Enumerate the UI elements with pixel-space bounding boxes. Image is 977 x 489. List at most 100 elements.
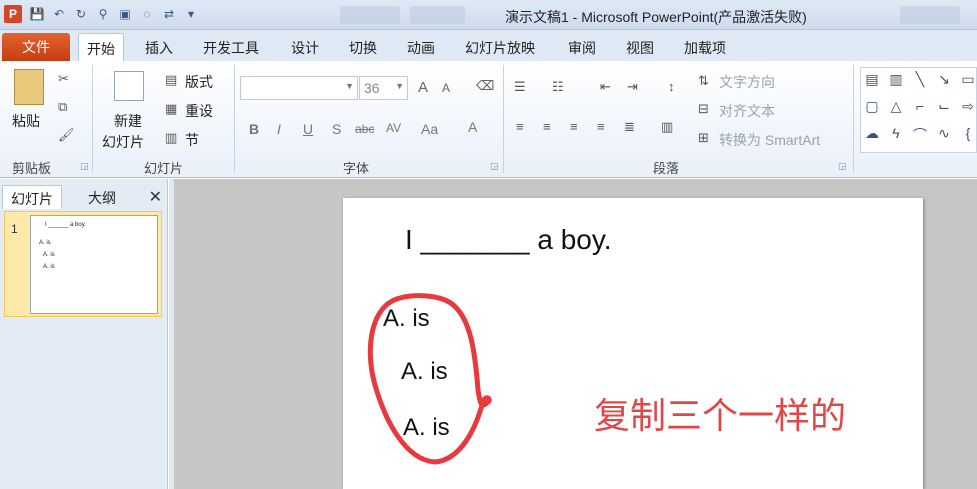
change-case-button[interactable]: Aa bbox=[421, 121, 438, 137]
tab-home[interactable]: 开始 bbox=[78, 33, 124, 61]
font-size-combo[interactable]: 36 ▼ bbox=[359, 76, 408, 100]
arrow-line-shape-icon[interactable]: ↘ bbox=[935, 71, 953, 88]
window-title: 演示文稿1 - Microsoft PowerPoint(产品激活失败) bbox=[505, 9, 807, 25]
arrow-icon[interactable]: ⇄ bbox=[160, 6, 178, 23]
paragraph-launcher-icon[interactable]: ◲ bbox=[838, 161, 847, 172]
align-text-icon[interactable]: ⊟ bbox=[698, 101, 709, 117]
section-icon[interactable]: ▥ bbox=[165, 130, 177, 146]
tab-insert[interactable]: 插入 bbox=[145, 38, 173, 58]
pane-tabs: 幻灯片 大纲 ✕ bbox=[0, 183, 168, 209]
bullets-icon[interactable]: ☰ bbox=[514, 79, 526, 95]
line-shape-icon[interactable]: ╲ bbox=[911, 71, 929, 88]
smartart-icon[interactable]: ⊞ bbox=[698, 130, 709, 146]
cut-icon[interactable]: ✂ bbox=[58, 71, 69, 87]
curve-shape-icon[interactable]: ∿ bbox=[935, 125, 953, 142]
clipboard-launcher-icon[interactable]: ◲ bbox=[80, 161, 89, 172]
triangle-shape-icon[interactable]: △ bbox=[887, 98, 905, 115]
customize-icon[interactable]: ▾ bbox=[182, 6, 200, 23]
tab-transitions[interactable]: 切换 bbox=[349, 38, 377, 58]
distribute-icon[interactable]: ≣ bbox=[624, 119, 635, 135]
quick-access-toolbar: 💾 ↶ ↻ ⚲ ▣ ◌ ⇄ ▾ bbox=[28, 6, 200, 23]
char-spacing-button[interactable]: AV bbox=[386, 121, 401, 135]
arc-shape-icon[interactable]: ⌒ bbox=[911, 125, 929, 145]
align-left-icon[interactable]: ≡ bbox=[516, 119, 524, 134]
close-icon[interactable]: ✕ bbox=[149, 187, 162, 207]
layout-icon[interactable]: ▤ bbox=[165, 72, 177, 88]
italic-button[interactable]: I bbox=[277, 121, 281, 137]
tab-design[interactable]: 设计 bbox=[291, 38, 319, 58]
convert-smartart-button[interactable]: 转换为 SmartArt bbox=[719, 130, 820, 150]
thumb-item: A. is bbox=[39, 240, 51, 246]
brace-shape-icon[interactable]: { bbox=[959, 125, 977, 141]
elbow-arrow-shape-icon[interactable]: ⌙ bbox=[935, 98, 953, 115]
bold-button[interactable]: B bbox=[249, 121, 259, 137]
thumb-item: A. is bbox=[43, 264, 55, 270]
tab-view[interactable]: 视图 bbox=[626, 38, 654, 58]
rectangle-shape-icon[interactable]: ▭ bbox=[959, 71, 977, 88]
tab-outline[interactable]: 大纲 bbox=[80, 185, 124, 209]
paste-button-icon[interactable] bbox=[14, 69, 44, 105]
tab-developer[interactable]: 开发工具 bbox=[203, 38, 259, 58]
elbow-connector-shape-icon[interactable]: ⌐ bbox=[911, 98, 929, 114]
ribbon: 粘贴 ✂ ⧉ 🖌 剪贴板 ◲ 新建 幻灯片 ▤ 版式 ▦ 重设 ▥ 节 幻灯片 … bbox=[0, 61, 977, 178]
justify-icon[interactable]: ≡ bbox=[597, 119, 605, 134]
decrease-indent-icon[interactable]: ⇤ bbox=[600, 79, 611, 95]
paste-icon[interactable]: ▣ bbox=[116, 6, 134, 23]
numbering-icon[interactable]: ☷ bbox=[552, 79, 564, 95]
cloud-shape-icon[interactable]: ☁ bbox=[863, 125, 881, 142]
tab-review[interactable]: 审阅 bbox=[568, 38, 596, 58]
text-direction-icon[interactable]: ⇅ bbox=[698, 73, 709, 89]
tab-slides[interactable]: 幻灯片 bbox=[2, 185, 62, 209]
text-box-shape-icon[interactable]: ▤ bbox=[863, 71, 881, 88]
clear-format-icon[interactable]: ⌫ bbox=[476, 78, 494, 94]
rounded-rect-shape-icon[interactable]: ▢ bbox=[863, 98, 881, 115]
title-bar: P 💾 ↶ ↻ ⚲ ▣ ◌ ⇄ ▾ 演示文稿1 - Microsoft Powe… bbox=[0, 0, 977, 30]
undo-icon[interactable]: ↶ bbox=[50, 6, 68, 23]
new-slide-label-1[interactable]: 新建 bbox=[114, 111, 142, 131]
red-circle-annotation bbox=[367, 293, 492, 465]
line-spacing-icon[interactable]: ↕ bbox=[668, 79, 675, 94]
new-slide-label-2[interactable]: 幻灯片 bbox=[102, 132, 144, 152]
tab-animations[interactable]: 动画 bbox=[407, 38, 435, 58]
section-button[interactable]: 节 bbox=[185, 130, 199, 150]
align-center-icon[interactable]: ≡ bbox=[543, 119, 551, 134]
lightning-shape-icon[interactable]: ϟ bbox=[887, 125, 905, 141]
shapes-gallery: ▤ ▥ ╲ ↘ ▭ ▢ △ ⌐ ⌙ ⇨ ☁ ϟ ⌒ ∿ { bbox=[860, 67, 977, 153]
grow-font-button[interactable]: A bbox=[418, 79, 428, 96]
vertical-text-shape-icon[interactable]: ▥ bbox=[887, 71, 905, 88]
shapes-icon[interactable]: ◌ bbox=[138, 6, 156, 23]
increase-indent-icon[interactable]: ⇥ bbox=[627, 79, 638, 95]
slide-thumbnail-row[interactable]: 1 I ______ a boy. A. is A. is A. is bbox=[4, 211, 162, 317]
powerpoint-icon[interactable]: P bbox=[4, 5, 22, 23]
slide-thumbnail[interactable]: I ______ a boy. A. is A. is A. is bbox=[30, 215, 158, 314]
divider bbox=[503, 65, 504, 173]
columns-icon[interactable]: ▥ bbox=[661, 119, 673, 135]
redo-icon[interactable]: ↻ bbox=[72, 6, 90, 23]
paste-button[interactable]: 粘贴 bbox=[12, 111, 40, 131]
align-text-button[interactable]: 对齐文本 bbox=[719, 101, 775, 121]
tab-file[interactable]: 文件 bbox=[2, 33, 70, 61]
new-slide-icon[interactable] bbox=[114, 71, 144, 101]
save-icon[interactable]: 💾 bbox=[28, 6, 46, 23]
right-arrow-shape-icon[interactable]: ⇨ bbox=[959, 98, 977, 115]
slide-title[interactable]: I _______ a boy. bbox=[405, 224, 612, 256]
strikethrough-button[interactable]: abc bbox=[355, 122, 374, 136]
font-name-combo[interactable]: ▼ bbox=[240, 76, 358, 100]
copy-icon[interactable]: ⧉ bbox=[58, 99, 67, 115]
shadow-button[interactable]: S bbox=[332, 121, 341, 137]
text-direction-button[interactable]: 文字方向 bbox=[719, 72, 775, 92]
align-right-icon[interactable]: ≡ bbox=[570, 119, 578, 134]
reset-button[interactable]: 重设 bbox=[185, 101, 213, 121]
find-icon[interactable]: ⚲ bbox=[94, 6, 112, 23]
tab-addins[interactable]: 加载项 bbox=[684, 38, 726, 58]
underline-button[interactable]: U bbox=[303, 121, 313, 137]
shrink-font-button[interactable]: A bbox=[442, 81, 450, 95]
layout-button[interactable]: 版式 bbox=[185, 72, 213, 92]
format-painter-icon[interactable]: 🖌 bbox=[58, 127, 75, 143]
slide-number: 1 bbox=[11, 222, 18, 236]
reset-icon[interactable]: ▦ bbox=[165, 101, 177, 117]
font-launcher-icon[interactable]: ◲ bbox=[490, 161, 499, 172]
divider bbox=[853, 65, 854, 173]
tab-slideshow[interactable]: 幻灯片放映 bbox=[465, 38, 535, 58]
font-color-button[interactable]: A bbox=[468, 119, 477, 135]
